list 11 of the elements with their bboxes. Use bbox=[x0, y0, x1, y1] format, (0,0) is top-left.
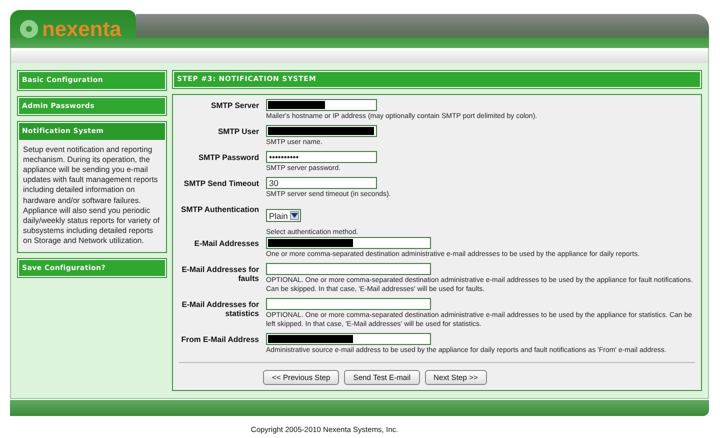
auth-select[interactable]: Plain bbox=[266, 209, 301, 222]
input-field[interactable]: 30 bbox=[266, 176, 377, 188]
password-field[interactable]: •••••••••• bbox=[266, 150, 377, 162]
redacted-input-field[interactable] bbox=[266, 236, 431, 248]
redacted-input-field[interactable] bbox=[266, 98, 377, 110]
input-field[interactable] bbox=[266, 298, 431, 310]
dropdown-arrow-icon bbox=[290, 213, 298, 218]
input-field[interactable] bbox=[266, 262, 431, 274]
logo-text: nexenta bbox=[42, 18, 122, 40]
redacted-input-field[interactable] bbox=[266, 124, 377, 136]
redacted-input-field[interactable] bbox=[266, 332, 431, 344]
